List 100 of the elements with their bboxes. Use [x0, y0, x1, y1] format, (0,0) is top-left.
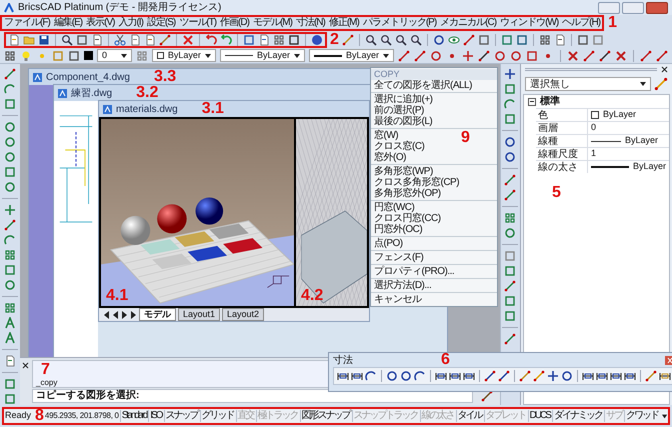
command-input[interactable]: コピーする図形を選択:: [32, 389, 473, 403]
context-menu-item[interactable]: クロス多角形窓(CP): [371, 177, 462, 188]
spline-icon[interactable]: [4, 234, 16, 246]
close-button[interactable]: [646, 2, 668, 14]
status-toggle[interactable]: ISO: [148, 410, 164, 422]
page-icon[interactable]: [554, 34, 566, 46]
menu-item[interactable]: パラメトリック(P): [362, 18, 436, 28]
property-value[interactable]: ByLayer: [588, 134, 669, 148]
property-value[interactable]: 1: [588, 147, 669, 161]
layer-dropdown[interactable]: 0: [97, 49, 132, 62]
context-menu-item[interactable]: 全ての図形を選択(ALL): [371, 80, 475, 91]
menu-item[interactable]: モデル(M): [252, 18, 292, 28]
callout-label: 2: [330, 32, 339, 48]
delete-icon[interactable]: [182, 34, 194, 46]
multiline-text-icon[interactable]: [4, 332, 16, 344]
menu-item[interactable]: ツール(T): [179, 18, 216, 28]
collapse-toggle[interactable]: [528, 98, 536, 106]
menu-item[interactable]: ファイル(F): [4, 18, 50, 28]
tab-prev-icon[interactable]: [112, 310, 119, 318]
light-bulb-icon[interactable]: [20, 50, 32, 62]
menu-item[interactable]: 設定(S): [146, 18, 176, 28]
menu-item[interactable]: 入力(I): [118, 18, 143, 28]
status-toggle[interactable]: Standard: [120, 410, 148, 422]
menu-item[interactable]: 修正(M): [328, 18, 359, 28]
lineweight-dropdown[interactable]: ByLayer: [308, 49, 394, 62]
context-menu-item[interactable]: クロス円窓(CC): [371, 213, 444, 224]
context-menu-item[interactable]: 点(PO): [371, 238, 406, 249]
context-menu-item[interactable]: フェンス(F): [371, 252, 426, 263]
layout-tab[interactable]: Layout1: [178, 308, 220, 321]
property-value[interactable]: ByLayer: [588, 108, 669, 122]
menu-item[interactable]: 編集(E): [54, 18, 82, 28]
zoom-out-icon[interactable]: [380, 34, 392, 46]
tab-next-icon[interactable]: [121, 310, 128, 318]
drawing-file-icon: [58, 88, 67, 98]
undo-icon[interactable]: [205, 34, 217, 46]
arc-dimension-icon[interactable]: [365, 370, 377, 382]
tab-first-icon[interactable]: [103, 310, 110, 318]
redo-icon[interactable]: [220, 34, 232, 46]
menu-item[interactable]: メカニカル(C): [440, 18, 496, 28]
callout-label: 4.1: [106, 288, 128, 304]
menu-item[interactable]: 表示(V): [86, 18, 114, 28]
linetype-dropdown[interactable]: ByLayer: [220, 49, 305, 62]
print-preview-icon[interactable]: [61, 34, 73, 46]
status-text: Ready: [5, 409, 32, 422]
context-menu-item[interactable]: 窓(W): [371, 130, 402, 141]
close-icon[interactable]: [661, 66, 668, 72]
context-menu-item[interactable]: 選択方法(D)...: [371, 280, 434, 291]
status-toggle[interactable]: 図形スナップ: [300, 410, 352, 422]
coordinates: 495.2935, 201.8798, 0: [44, 410, 120, 422]
open-folder-icon[interactable]: [23, 34, 35, 46]
status-toggle[interactable]: クワッド: [624, 410, 660, 422]
layout-tab[interactable]: モデル: [139, 308, 176, 321]
cut-icon[interactable]: [114, 34, 126, 46]
text-icon[interactable]: [4, 317, 16, 329]
context-menu-item[interactable]: 選択に追加(+): [371, 94, 436, 105]
context-menu-item[interactable]: 多角形窓(WP): [371, 166, 436, 177]
tab-last-icon[interactable]: [130, 310, 137, 318]
status-toggle[interactable]: タイル: [456, 410, 484, 422]
context-menu-item[interactable]: クロス窓(C): [371, 141, 428, 152]
menu-item[interactable]: ウィンドウ(W): [500, 18, 558, 28]
menu-item[interactable]: ヘルプ(H): [562, 18, 600, 28]
new-file-icon[interactable]: [8, 34, 20, 46]
status-toggle[interactable]: スナップ: [164, 410, 200, 422]
zoom-in-icon[interactable]: [364, 34, 377, 46]
color-dropdown[interactable]: ByLayer: [152, 49, 216, 62]
dropdown-arrow-icon[interactable]: [662, 414, 667, 418]
minimize-button[interactable]: [598, 2, 620, 14]
context-menu-item[interactable]: 多角形窓外(OP): [371, 188, 444, 199]
context-menu-item[interactable]: 円窓(WC): [371, 202, 418, 213]
menu-item[interactable]: 作画(D): [220, 18, 249, 28]
orbit-icon[interactable]: [432, 34, 445, 46]
section-header: 標準: [540, 94, 560, 109]
context-menu-item[interactable]: 前の選択(P): [371, 105, 427, 116]
save-icon[interactable]: [38, 34, 50, 46]
layout-tab[interactable]: Layout2: [222, 308, 264, 321]
zoom-extents-icon[interactable]: [410, 34, 422, 46]
property-value[interactable]: 0: [588, 121, 669, 135]
eye-icon[interactable]: [448, 34, 460, 46]
property-value[interactable]: ByLayer: [588, 160, 669, 174]
window-icon[interactable]: [243, 34, 255, 46]
status-toggle[interactable]: ダイナミック: [552, 410, 604, 422]
context-menu-item[interactable]: プロパティ(PRO)...: [371, 266, 458, 277]
context-menu-item[interactable]: キャンセル: [371, 294, 424, 305]
property-name: 線種: [536, 135, 588, 147]
context-menu-item[interactable]: 円窓外(OC): [371, 224, 426, 235]
circle-icon[interactable]: [4, 121, 16, 133]
close-icon[interactable]: [22, 362, 29, 369]
context-menu-item[interactable]: 窓外(O): [371, 152, 409, 163]
context-menu-item[interactable]: 最後の図形(L): [371, 116, 436, 127]
help-icon[interactable]: [311, 34, 323, 46]
arc-icon[interactable]: [4, 83, 16, 95]
status-toggle[interactable]: グリッド: [200, 410, 236, 422]
zoom-window-icon[interactable]: [394, 34, 407, 46]
line-icon[interactable]: [4, 68, 16, 80]
selection-dropdown[interactable]: 選択無し: [524, 77, 651, 91]
menu-item[interactable]: 寸法(N): [296, 18, 325, 28]
callout-label: 3.3: [154, 69, 176, 85]
status-toggle[interactable]: DUCS: [528, 410, 552, 422]
radius-icon[interactable]: [386, 370, 398, 382]
layer-color-swatch: [84, 51, 93, 60]
